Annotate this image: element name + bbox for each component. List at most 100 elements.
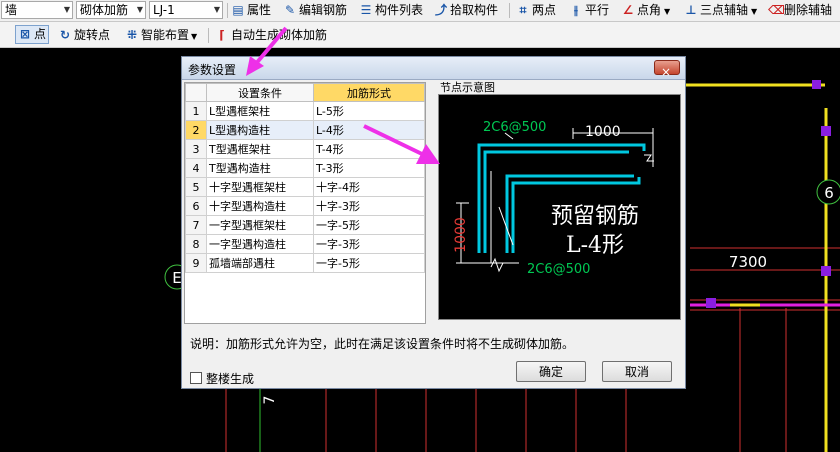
row-number: 5	[185, 177, 207, 197]
chevron-down-icon: ▼	[191, 32, 198, 41]
toolbar-separator	[509, 3, 510, 18]
condition-cell: T型遇构造柱	[206, 158, 314, 178]
rebar-type-select[interactable]: 砌体加筋 ▼	[76, 1, 146, 19]
two-points-icon: ⌗	[519, 3, 527, 17]
form-cell[interactable]: 一字-3形	[313, 234, 425, 254]
condition-cell: L型遇框架柱	[206, 101, 314, 121]
pick-component-button[interactable]: ⤴ 拾取构件	[434, 1, 498, 20]
edit-rebar-icon: ✎	[284, 3, 296, 17]
form-cell[interactable]: 十字-4形	[313, 177, 425, 197]
table-row[interactable]: 6 十字型遇构造柱 十字-3形	[185, 196, 425, 216]
form-cell[interactable]: L-5形	[313, 101, 425, 121]
ok-button[interactable]: 确定	[516, 361, 586, 382]
point-tool-button[interactable]: ⊠ 点	[15, 25, 50, 44]
condition-cell: 孤墙端部遇柱	[206, 253, 314, 273]
table-row[interactable]: 9 孤墙端部遇柱 一字-5形	[185, 253, 425, 273]
cancel-button[interactable]: 取消	[602, 361, 672, 382]
preview-label: 节点示意图	[440, 81, 495, 94]
row-number: 3	[185, 139, 207, 159]
list-icon: ☰	[360, 3, 372, 17]
checkbox-label: 整楼生成	[206, 372, 255, 386]
table-row[interactable]: 7 一字型遇框架柱 一字-5形	[185, 215, 425, 235]
auto-generate-icon: ⌈	[219, 28, 225, 42]
axis-6-label: 6	[824, 184, 834, 202]
form-cell[interactable]: 一字-5形	[313, 215, 425, 235]
condition-cell: 一字型遇构造柱	[206, 234, 314, 254]
rebar-label-bottom: 2C6@500	[527, 262, 590, 277]
whole-building-checkbox[interactable]: 整楼生成	[190, 370, 254, 387]
toolbar-separator	[208, 28, 209, 43]
preview-caption-form: L-4形	[566, 233, 624, 258]
wall-node	[821, 126, 831, 136]
node-diagram: 2C6@500 2C6@500 1000 1000 预留钢筋 L-4形	[453, 120, 654, 277]
row-number: 1	[185, 101, 207, 121]
smart-layout-button[interactable]: ⁜ 智能布置 ▼	[125, 26, 197, 45]
row-number: 4	[185, 158, 207, 178]
row-number: 9	[185, 253, 207, 273]
table-row[interactable]: 1 L型遇框架柱 L-5形	[185, 101, 425, 121]
annotation-arrow	[363, 124, 440, 164]
wall-node	[812, 80, 821, 89]
chevron-down-icon: ▼	[136, 5, 143, 14]
parameter-settings-dialog: 参数设置 × 设置条件 加筋形式 1 L型遇框架柱 L-5形 2 L型遇构造柱 L-4形…	[181, 56, 686, 389]
row-number: 2	[185, 120, 207, 140]
properties-icon: ▤	[232, 3, 244, 17]
column-header-form: 加筋形式	[313, 83, 425, 102]
toolbar-separator	[227, 3, 228, 18]
eraser-icon: ⌫	[768, 3, 785, 17]
table-row[interactable]: 8 一字型遇构造柱 一字-3形	[185, 234, 425, 254]
close-button[interactable]: ×	[654, 60, 680, 79]
form-cell[interactable]: 一字-5形	[313, 253, 425, 273]
smart-layout-icon: ⁜	[126, 28, 138, 42]
properties-button[interactable]: ▤ 属性	[231, 1, 271, 20]
main-toolbar: 墙 ▼ 砌体加筋 ▼ LJ-1 ▼ ▤ 属性 ✎ 编辑钢筋 ☰ 构件列表 ⤴ 拾取构件 ⌗ 两点…	[0, 0, 840, 22]
table-row[interactable]: 5 十字型遇框架柱 十字-4形	[185, 177, 425, 197]
pick-icon: ⤴	[434, 3, 447, 17]
column-header-condition: 设置条件	[206, 83, 314, 102]
delete-axis-button[interactable]: ⌫删除辅轴	[768, 1, 832, 20]
point-icon: ⊠	[19, 27, 31, 41]
component-select[interactable]: LJ-1 ▼	[149, 1, 223, 19]
settings-grid: 设置条件 加筋形式 1 L型遇框架柱 L-5形 2 L型遇构造柱 L-4形 3 T型遇框架…	[184, 82, 426, 324]
chevron-down-icon: ▼	[63, 5, 70, 14]
condition-cell: T型遇框架柱	[206, 139, 314, 159]
three-point-axis-icon: ⊥	[685, 3, 697, 17]
component-list-button[interactable]: ☰ 构件列表	[359, 1, 423, 20]
rotate-point-button[interactable]: ↻ 旋转点	[58, 26, 110, 45]
two-points-button[interactable]: ⌗ 两点	[516, 1, 556, 20]
form-cell[interactable]: 十字-3形	[313, 196, 425, 216]
chevron-down-icon: ▼	[213, 5, 220, 14]
dimension-horizontal: 1000	[585, 124, 621, 140]
dialog-title: 参数设置	[188, 63, 237, 77]
chevron-down-icon: ▼	[751, 7, 758, 16]
dimension-7300: 7300	[729, 253, 767, 271]
chevron-down-icon: ▼	[664, 7, 671, 16]
rotate-icon: ↻	[59, 28, 71, 42]
parallel-icon: ⫲	[574, 3, 578, 17]
close-icon: ×	[661, 65, 672, 79]
row-number: 6	[185, 196, 207, 216]
node-preview: 2C6@500 2C6@500 1000 1000 预留钢筋 L-4形	[438, 94, 681, 320]
rebar-label-top: 2C6@500	[483, 120, 546, 135]
annotation-arrow	[246, 26, 288, 76]
parallel-button[interactable]: ⫲ 平行	[569, 1, 609, 20]
preview-caption: 预留钢筋	[551, 204, 639, 229]
three-point-axis-button[interactable]: ⊥ 三点辅轴 ▼	[684, 1, 758, 20]
row-number: 7	[185, 215, 207, 235]
vertical-label-7: 7	[262, 396, 278, 405]
condition-cell: L型遇构造柱	[206, 120, 314, 140]
point-angle-icon: ∠	[622, 3, 634, 17]
point-angle-button[interactable]: ∠ 点角 ▼	[621, 1, 671, 20]
description-note: 说明：加筋形式允许为空，此时在满足该设置条件时将不生成砌体加筋。	[190, 337, 575, 351]
secondary-toolbar: ⊠点 ↻旋转点 ⁜智能布置▼ ⌈自动生成砌体加筋	[0, 22, 840, 48]
row-number: 8	[185, 234, 207, 254]
checkbox-box[interactable]	[190, 372, 202, 384]
dimension-vertical: 1000	[453, 217, 469, 253]
row-number-header	[185, 83, 207, 102]
wall-node	[821, 266, 831, 276]
condition-cell: 十字型遇构造柱	[206, 196, 314, 216]
condition-cell: 一字型遇框架柱	[206, 215, 314, 235]
edit-rebar-button[interactable]: ✎ 编辑钢筋	[283, 1, 347, 20]
entity-type-select[interactable]: 墙 ▼	[1, 1, 73, 19]
condition-cell: 十字型遇框架柱	[206, 177, 314, 197]
